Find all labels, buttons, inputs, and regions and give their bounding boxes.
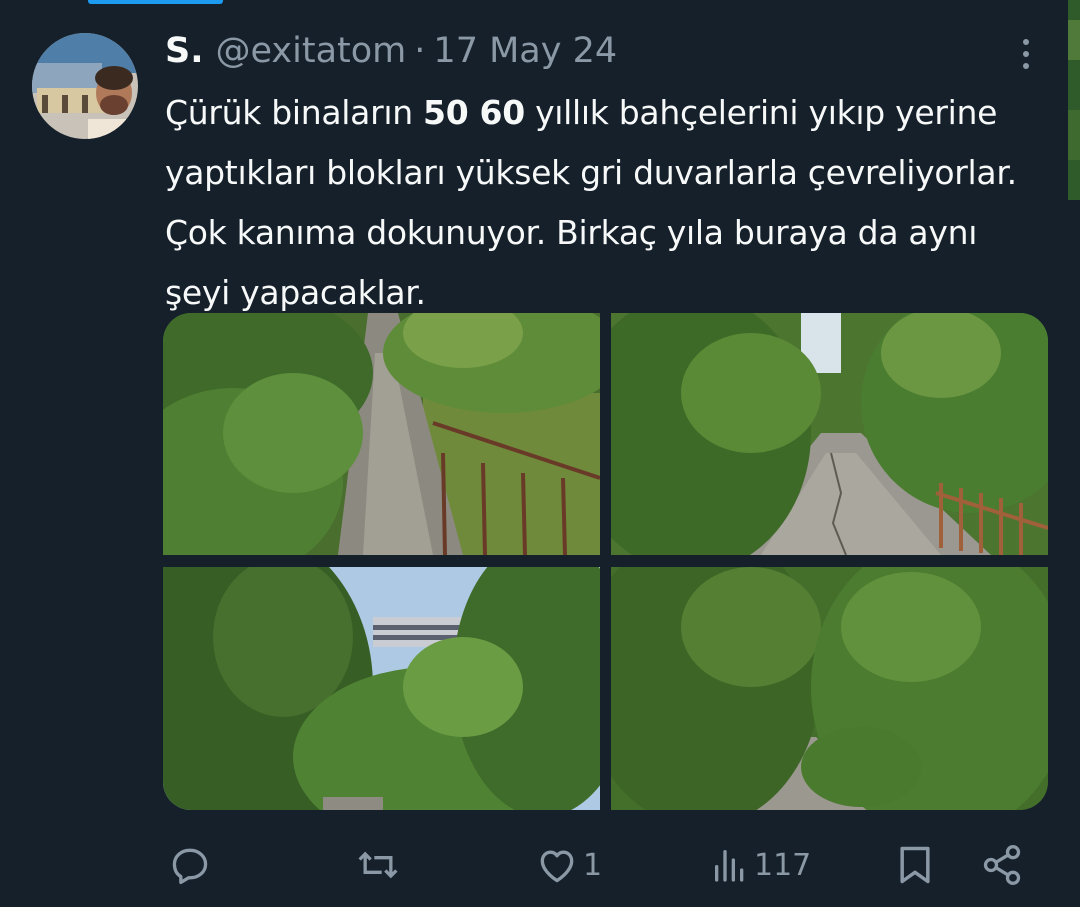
share-icon bbox=[983, 845, 1021, 885]
retweet-button[interactable] bbox=[356, 835, 404, 895]
views-count: 117 bbox=[754, 847, 812, 883]
tweet-text-part: Çürük binaların bbox=[165, 93, 424, 132]
reply-icon bbox=[172, 848, 208, 885]
like-button[interactable]: 1 bbox=[535, 835, 602, 895]
more-button[interactable] bbox=[1008, 34, 1044, 74]
more-dots-icon bbox=[1023, 39, 1029, 45]
action-bar: 1 117 bbox=[160, 835, 1040, 895]
bookmark-button[interactable] bbox=[893, 835, 937, 895]
tab-indicator bbox=[88, 0, 223, 4]
share-button[interactable] bbox=[980, 835, 1024, 895]
tweet-date[interactable]: 17 May 24 bbox=[433, 31, 617, 71]
author-name[interactable]: S. bbox=[165, 31, 204, 71]
separator: · bbox=[414, 31, 426, 71]
media-gallery bbox=[163, 313, 1048, 810]
author-handle[interactable]: @exitatom bbox=[216, 31, 407, 71]
heart-icon bbox=[540, 850, 574, 883]
bookmark-icon bbox=[900, 846, 930, 884]
reply-button[interactable] bbox=[168, 835, 216, 895]
tweet-text: Çürük binaların 50 60 yıllık bahçelerini… bbox=[165, 83, 1045, 323]
tweet-header: S. @exitatom · 17 May 24 bbox=[165, 26, 617, 76]
photo-2[interactable] bbox=[611, 313, 1048, 555]
like-count: 1 bbox=[583, 847, 603, 883]
tweet-text-bold: 50 60 bbox=[423, 93, 525, 132]
avatar[interactable] bbox=[32, 33, 138, 139]
avatar-image bbox=[32, 33, 138, 139]
adjacent-panel-edge bbox=[1068, 0, 1080, 200]
photo-1[interactable] bbox=[163, 313, 600, 555]
views-button[interactable]: 117 bbox=[710, 835, 811, 895]
retweet-icon bbox=[358, 851, 398, 879]
photo-3[interactable] bbox=[163, 567, 600, 810]
views-icon bbox=[715, 850, 744, 882]
photo-4[interactable] bbox=[611, 567, 1048, 810]
